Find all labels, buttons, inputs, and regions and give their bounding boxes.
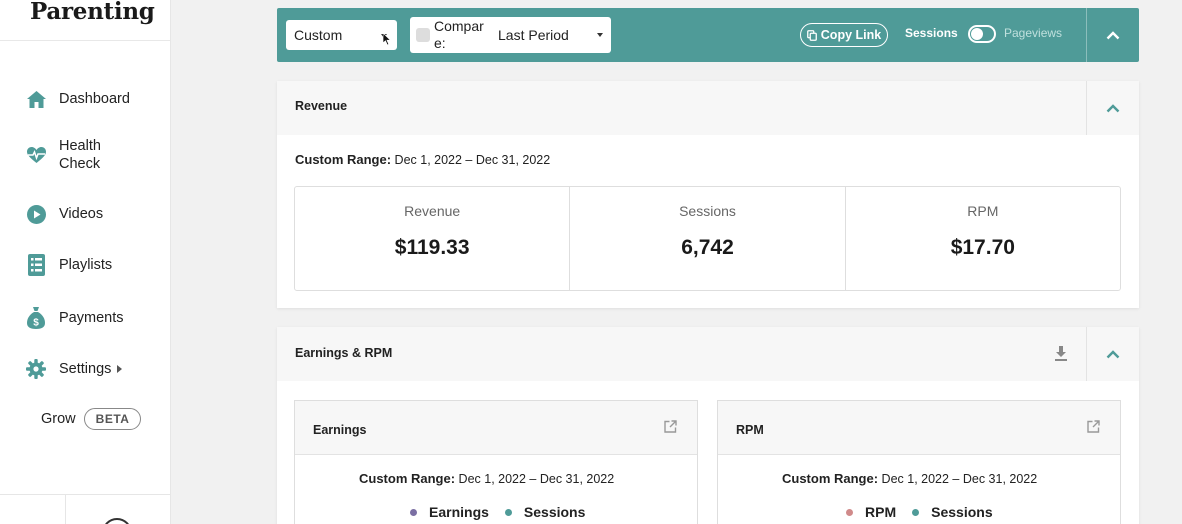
legend-item-rpm[interactable]: RPM [846, 504, 896, 520]
sidebar-item-dashboard[interactable]: Dashboard [26, 88, 130, 110]
sidebar-item-settings[interactable]: Settings [26, 358, 123, 380]
caret-right-icon [117, 365, 123, 373]
metrics-summary: Revenue $119.33 Sessions 6,742 RPM $17.7… [294, 186, 1121, 291]
card-title: Earnings & RPM [295, 346, 393, 360]
compare-select-value: Last Period [498, 27, 569, 43]
sidebar-footer [0, 494, 170, 524]
gear-icon [26, 358, 46, 380]
sidebar-item-label: Playlists [59, 257, 113, 273]
panel-title: Earnings [313, 423, 367, 437]
metric-value: $119.33 [394, 236, 470, 259]
sessions-toggle-label: Sessions [905, 26, 958, 40]
metric-sessions: Sessions 6,742 [569, 187, 844, 290]
panel-header: Earnings [295, 401, 697, 455]
beta-badge: BETA [83, 408, 142, 430]
metric-revenue: Revenue $119.33 [295, 187, 569, 290]
range-value: Dec 1, 2022 – Dec 31, 2022 [394, 153, 551, 167]
metric-label: Revenue [404, 203, 461, 219]
divider [65, 494, 66, 524]
date-range-line: Custom Range: Dec 1, 2022 – Dec 31, 2022 [295, 152, 550, 167]
metric-value: 6,742 [681, 236, 734, 259]
sidebar-item-label: Dashboard [59, 91, 130, 107]
date-range-line: Custom Range: Dec 1, 2022 – Dec 31, 2022 [359, 471, 614, 486]
sidebar-item-playlists[interactable]: Playlists [26, 254, 112, 276]
chart-legend: Earnings Sessions [410, 504, 601, 520]
legend-dot [410, 508, 417, 516]
legend-item-sessions[interactable]: Sessions [912, 504, 993, 520]
range-label: Custom Range: [295, 152, 392, 167]
earnings-rpm-card-header: Earnings & RPM [277, 327, 1139, 381]
date-range-select[interactable]: Custom [286, 20, 397, 50]
range-value: Dec 1, 2022 – Dec 31, 2022 [881, 472, 1038, 486]
play-circle-icon [26, 203, 46, 225]
money-bag-icon: $ [26, 307, 46, 329]
brand-logo[interactable]: Parenting [30, 0, 155, 25]
panel-title: RPM [736, 423, 764, 437]
collapse-revenue-button[interactable] [1087, 81, 1139, 135]
legend-label: Sessions [523, 504, 586, 520]
metric-value: $17.70 [950, 236, 1015, 259]
mouse-cursor-icon [382, 32, 392, 49]
list-icon [26, 254, 46, 276]
collapse-filters-button[interactable] [1087, 8, 1139, 62]
rpm-chart-panel: RPM Custom Range: Dec 1, 2022 – Dec 31, … [717, 400, 1121, 524]
sidebar-item-label: Payments [59, 310, 124, 326]
legend-dot [504, 508, 512, 516]
panel-header: RPM [718, 401, 1120, 455]
copy-icon [806, 29, 817, 41]
sidebar-item-videos[interactable]: Videos [26, 203, 103, 225]
legend-dot [912, 508, 920, 516]
legend-dot [846, 508, 853, 516]
compare-checkbox[interactable] [416, 28, 430, 42]
toggle-knob [971, 28, 983, 40]
pageviews-toggle-label: Pageviews [1004, 26, 1063, 40]
sidebar-item-payments[interactable]: $ Payments [26, 307, 123, 329]
range-label: Custom Range: [359, 471, 456, 486]
compare-label: Compare: [434, 18, 484, 51]
filter-bar: Custom Compare: Last Period Copy Link Se… [277, 8, 1139, 62]
earnings-chart-panel: Earnings Custom Range: Dec 1, 2022 – Dec… [294, 400, 698, 524]
metric-label: RPM [967, 203, 999, 219]
date-range-select-value: Custom [294, 27, 343, 43]
svg-text:$: $ [33, 318, 39, 329]
download-icon[interactable] [1054, 346, 1068, 366]
chevron-up-icon [1106, 30, 1120, 39]
sidebar: Parenting Dashboard Health Check Videos … [0, 0, 171, 524]
collapse-earnings-button[interactable] [1087, 327, 1139, 381]
legend-label: Earnings [429, 504, 489, 520]
chevron-up-icon [1106, 103, 1120, 112]
legend-item-earnings[interactable]: Earnings [410, 504, 489, 520]
divider [0, 40, 170, 41]
chart-legend: RPM Sessions [846, 504, 1009, 520]
date-range-line: Custom Range: Dec 1, 2022 – Dec 31, 2022 [782, 471, 1037, 486]
compare-select[interactable]: Compare: Last Period [410, 17, 611, 53]
external-link-icon[interactable] [664, 420, 677, 438]
home-icon [26, 88, 46, 110]
copy-link-label: Copy Link [820, 28, 882, 42]
chevron-up-icon [1106, 349, 1120, 358]
revenue-card: Revenue Custom Range: Dec 1, 2022 – Dec … [277, 81, 1139, 308]
sidebar-item-label: Settings [59, 361, 112, 377]
legend-label: Sessions [931, 504, 993, 520]
sidebar-item-health-check[interactable]: Health Check [26, 137, 101, 173]
chevron-down-icon [597, 33, 603, 37]
sidebar-item-label: Health Check [59, 138, 101, 172]
legend-label: RPM [865, 504, 897, 520]
sidebar-item-label: Videos [59, 206, 104, 222]
card-title: Revenue [295, 99, 348, 113]
metric-rpm: RPM $17.70 [844, 187, 1120, 290]
range-value: Dec 1, 2022 – Dec 31, 2022 [458, 472, 615, 486]
earnings-rpm-card: Earnings & RPM Earnings Custom Range: De… [277, 327, 1139, 524]
heartbeat-icon [26, 144, 46, 166]
grow-label: Grow [41, 411, 76, 427]
grow-link[interactable]: Grow BETA [41, 408, 142, 430]
sessions-pageviews-toggle[interactable] [968, 25, 996, 43]
metric-label: Sessions [679, 203, 736, 219]
range-label: Custom Range: [782, 471, 879, 486]
legend-item-sessions[interactable]: Sessions [504, 504, 586, 520]
revenue-card-header: Revenue [277, 81, 1139, 135]
external-link-icon[interactable] [1087, 420, 1100, 438]
copy-link-button[interactable]: Copy Link [800, 23, 888, 47]
